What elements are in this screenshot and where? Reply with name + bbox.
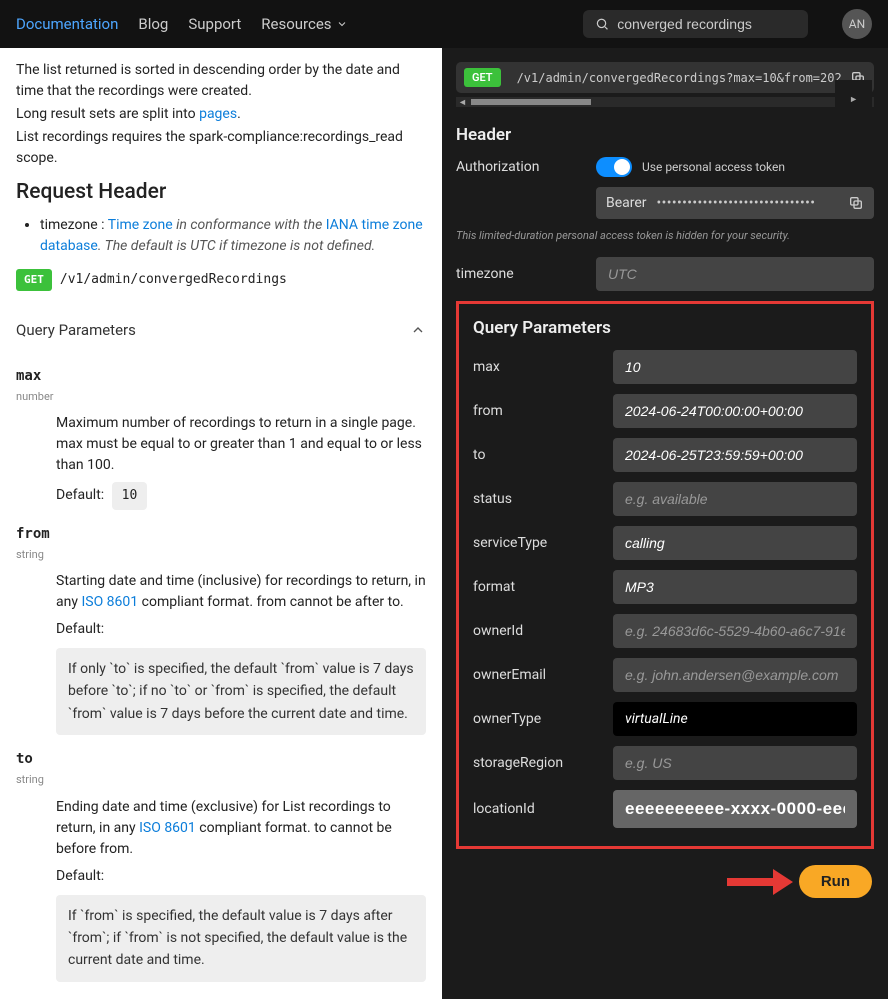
label-timezone: timezone <box>456 266 584 282</box>
input-to[interactable] <box>613 438 857 472</box>
qp-section-title: Query Parameters <box>473 318 857 338</box>
method-badge-right: GET <box>464 68 501 87</box>
input-max[interactable] <box>613 350 857 384</box>
top-nav: Documentation Blog Support Resources AN <box>0 0 888 48</box>
link-iso-to[interactable]: ISO 8601 <box>139 820 196 836</box>
intro-text-2a: Long result sets are split into <box>16 106 199 122</box>
param-from: from string Starting date and time (incl… <box>16 524 426 736</box>
param-from-default-label: Default: <box>56 619 426 640</box>
scroll-right-icon[interactable]: ► <box>835 80 872 125</box>
param-to: to string Ending date and time (exclusiv… <box>16 749 426 982</box>
api-url-box: GET /v1/admin/convergedRecordings?max=10… <box>456 62 874 93</box>
label-owneremail: ownerEmail <box>473 667 601 683</box>
link-timezone[interactable]: Time zone <box>108 217 173 233</box>
label-locationid: locationId <box>473 801 601 817</box>
row-timezone: timezone <box>456 257 874 291</box>
toggle-personal-token[interactable] <box>596 157 632 177</box>
tz-bullet-a: timezone : <box>40 217 108 233</box>
input-ownerid[interactable] <box>613 614 857 648</box>
token-helper-text: This limited-duration personal access to… <box>456 229 874 243</box>
param-to-info: If `from` is specified, the default valu… <box>56 895 426 982</box>
param-to-name: to <box>16 749 426 770</box>
input-format[interactable] <box>613 570 857 604</box>
input-servicetype[interactable] <box>613 526 857 560</box>
query-params-box: Query Parameters max from to status serv… <box>456 301 874 849</box>
nav-support[interactable]: Support <box>188 15 241 33</box>
param-max-default: 10 <box>112 482 148 510</box>
param-from-name: from <box>16 524 426 545</box>
scroll-left-icon[interactable]: ◄ <box>458 97 467 108</box>
nav-blog[interactable]: Blog <box>138 15 168 33</box>
docs-panel: The list returned is sorted in descendin… <box>0 48 442 999</box>
method-badge: GET <box>16 269 52 292</box>
chevron-down-icon <box>336 18 348 30</box>
param-to-type: string <box>16 772 426 789</box>
param-from-info: If only `to` is specified, the default `… <box>56 648 426 735</box>
param-max-name: max <box>16 366 426 387</box>
input-owneremail[interactable] <box>613 658 857 692</box>
input-storageregion[interactable] <box>613 746 857 780</box>
select-ownertype[interactable]: virtualLine <box>613 702 857 736</box>
row-authorization: Authorization Use personal access token <box>456 157 874 177</box>
label-to: to <box>473 447 601 463</box>
input-status[interactable] <box>613 482 857 516</box>
label-status: status <box>473 491 601 507</box>
endpoint-path: /v1/admin/convergedRecordings <box>60 270 287 290</box>
query-params-title: Query Parameters <box>16 319 136 342</box>
horizontal-scrollbar[interactable]: ◄ ► <box>456 97 874 107</box>
label-servicetype: serviceType <box>473 535 601 551</box>
toggle-text: Use personal access token <box>642 160 785 174</box>
label-format: format <box>473 579 601 595</box>
input-from[interactable] <box>613 394 857 428</box>
chevron-up-icon <box>410 322 426 338</box>
input-timezone[interactable] <box>596 257 874 291</box>
intro-text-1: The list returned is sorted in descendin… <box>16 60 426 102</box>
link-iso-from[interactable]: ISO 8601 <box>81 594 138 610</box>
label-storageregion: storageRegion <box>473 755 601 771</box>
request-header-title: Request Header <box>16 177 426 209</box>
tz-bullet: timezone : Time zone in conformance with… <box>40 215 426 257</box>
param-to-default-label: Default: <box>56 866 426 887</box>
param-max-type: number <box>16 389 426 406</box>
bearer-label: Bearer <box>606 195 647 211</box>
nav-documentation[interactable]: Documentation <box>16 15 118 33</box>
param-max-desc: Maximum number of recordings to return i… <box>56 413 426 476</box>
param-max-default-label: Default: <box>56 487 104 503</box>
tz-bullet-b: in conformance with the <box>173 217 326 233</box>
label-from: from <box>473 403 601 419</box>
search-icon <box>595 16 609 32</box>
link-pages[interactable]: pages <box>199 106 237 122</box>
arrow-annotation-icon <box>727 869 793 895</box>
nav-resources-label: Resources <box>261 15 331 33</box>
bearer-box: Bearer ••••••••••••••••••••••••••••••• <box>596 187 874 219</box>
label-max: max <box>473 359 601 375</box>
label-authorization: Authorization <box>456 159 584 175</box>
tz-bullet-c: . The default is UTC if timezone is not … <box>98 238 375 254</box>
api-url-text: /v1/admin/convergedRecordings?max=10&fro… <box>517 71 842 85</box>
label-ownerid: ownerId <box>473 623 601 639</box>
param-max: max number Maximum number of recordings … <box>16 366 426 510</box>
param-from-type: string <box>16 547 426 564</box>
endpoint-line: GET /v1/admin/convergedRecordings <box>16 269 426 292</box>
query-params-toggle[interactable]: Query Parameters <box>16 309 426 352</box>
header-section-title: Header <box>456 125 874 145</box>
bearer-token-masked: ••••••••••••••••••••••••••••••• <box>657 195 838 211</box>
run-button[interactable]: Run <box>799 865 872 898</box>
label-ownertype: ownerType <box>473 711 601 727</box>
param-from-desc-b: compliant format. from cannot be after t… <box>138 594 404 610</box>
try-it-panel: GET /v1/admin/convergedRecordings?max=10… <box>442 48 888 999</box>
scrollbar-thumb[interactable] <box>471 99 591 105</box>
input-locationid[interactable] <box>613 790 857 828</box>
copy-token-icon[interactable] <box>848 195 864 211</box>
nav-resources[interactable]: Resources <box>261 15 347 33</box>
search-input[interactable] <box>617 16 796 32</box>
intro-text-3: List recordings requires the spark-compl… <box>16 127 426 169</box>
avatar[interactable]: AN <box>842 9 872 39</box>
search-box[interactable] <box>583 10 808 38</box>
intro-text-2b: . <box>237 106 241 122</box>
